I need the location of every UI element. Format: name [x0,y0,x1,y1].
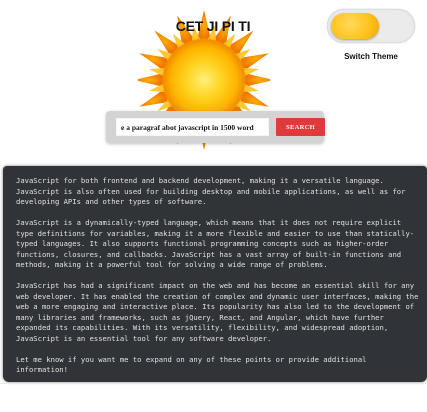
search-bar: SEARCH [106,111,325,143]
response-paragraph: JavaScript is a dynamically-typed langua… [16,218,415,269]
theme-toggle-label: Switch Theme [344,52,398,61]
response-paragraph: JavaScript has had a significant impact … [16,281,419,343]
response-paragraph: Let me know if you want me to expand on … [16,354,367,375]
theme-toggle[interactable] [327,9,415,43]
response-panel: JavaScript for both frontend and backend… [3,166,427,382]
page-title: CET JI PI TI [175,18,251,34]
divider [0,383,427,384]
response-text: JavaScript for both frontend and backend… [16,176,420,382]
hero-section: CET JI PI TI Switch Theme SEARCH [0,0,427,165]
response-paragraph: JavaScript for both frontend and backend… [16,176,406,206]
toggle-knob [331,13,379,39]
search-button[interactable]: SEARCH [276,118,325,136]
search-input[interactable] [116,118,269,136]
